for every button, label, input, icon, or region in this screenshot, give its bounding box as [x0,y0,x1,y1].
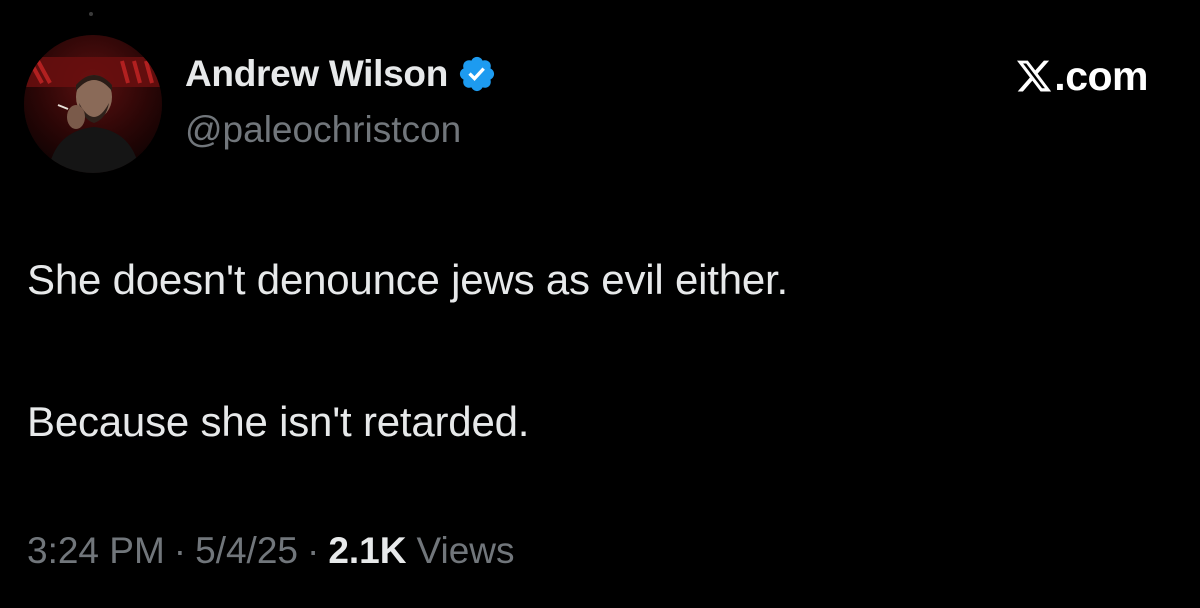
meta-separator: · [173,530,187,571]
author-handle[interactable]: @paleochristcon [185,109,461,151]
tweet-date[interactable]: 5/4/25 [195,530,298,572]
verified-badge-icon [457,54,497,94]
meta-separator: · [307,530,320,571]
x-logo-icon [1015,57,1053,95]
brand-domain-text: .com [1054,52,1148,99]
author-display-name[interactable]: Andrew Wilson [185,53,448,95]
views-count[interactable]: 2.1K [328,530,406,572]
tweet-time[interactable]: 3:24 PM [27,530,165,572]
views-label: Views [416,530,515,571]
avatar[interactable] [24,35,162,173]
tweet-text-line-1: She doesn't denounce jews as evil either… [27,256,788,303]
status-dot [89,12,93,16]
avatar-image [24,35,162,173]
brand-watermark: .com [1015,52,1148,100]
tweet-text-line-2: Because she isn't retarded. [27,398,530,445]
tweet-meta: 3:24 PM · 5/4/25 · 2.1K Views [27,530,515,572]
author-row: Andrew Wilson [185,50,497,98]
